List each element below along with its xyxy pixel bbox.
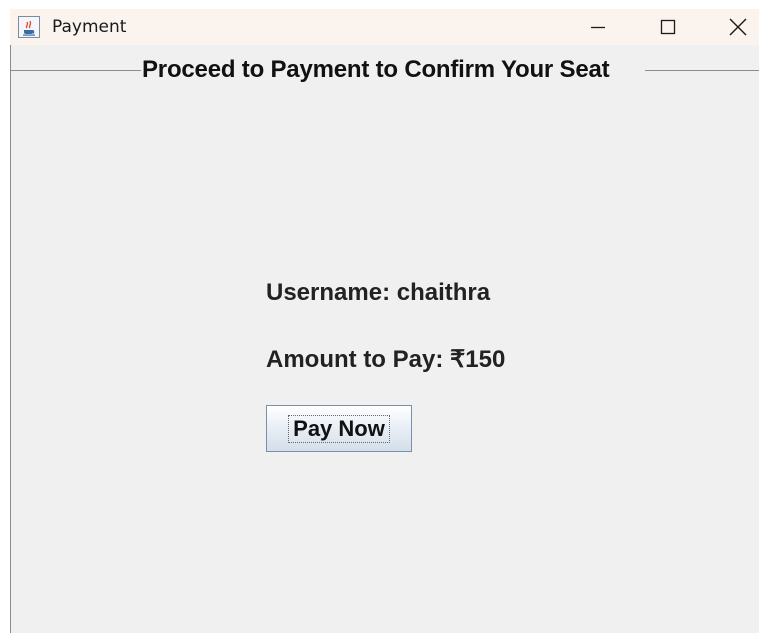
payment-panel: Proceed to Payment to Confirm Your Seat … — [10, 45, 759, 633]
amount-label: Amount to Pay: ₹150 — [266, 346, 506, 373]
titled-border-right — [645, 70, 759, 71]
close-icon — [729, 18, 747, 36]
maximize-icon — [660, 19, 676, 35]
maximize-button[interactable] — [633, 9, 703, 45]
pay-now-button[interactable]: Pay Now — [266, 405, 412, 452]
payment-window: Payment Proceed to Payment to Confirm Yo… — [10, 9, 759, 633]
titled-border-left — [11, 70, 141, 71]
title-bar[interactable]: Payment — [10, 9, 759, 45]
panel-border-title: Proceed to Payment to Confirm Your Seat — [142, 56, 610, 83]
username-label: Username: chaithra — [266, 279, 491, 306]
window-title: Payment — [52, 17, 127, 37]
minimize-button[interactable] — [563, 9, 633, 45]
close-button[interactable] — [703, 9, 759, 45]
minimize-icon — [591, 26, 605, 29]
java-coffee-cup-icon[interactable] — [18, 16, 40, 38]
pay-now-button-label: Pay Now — [288, 414, 390, 443]
